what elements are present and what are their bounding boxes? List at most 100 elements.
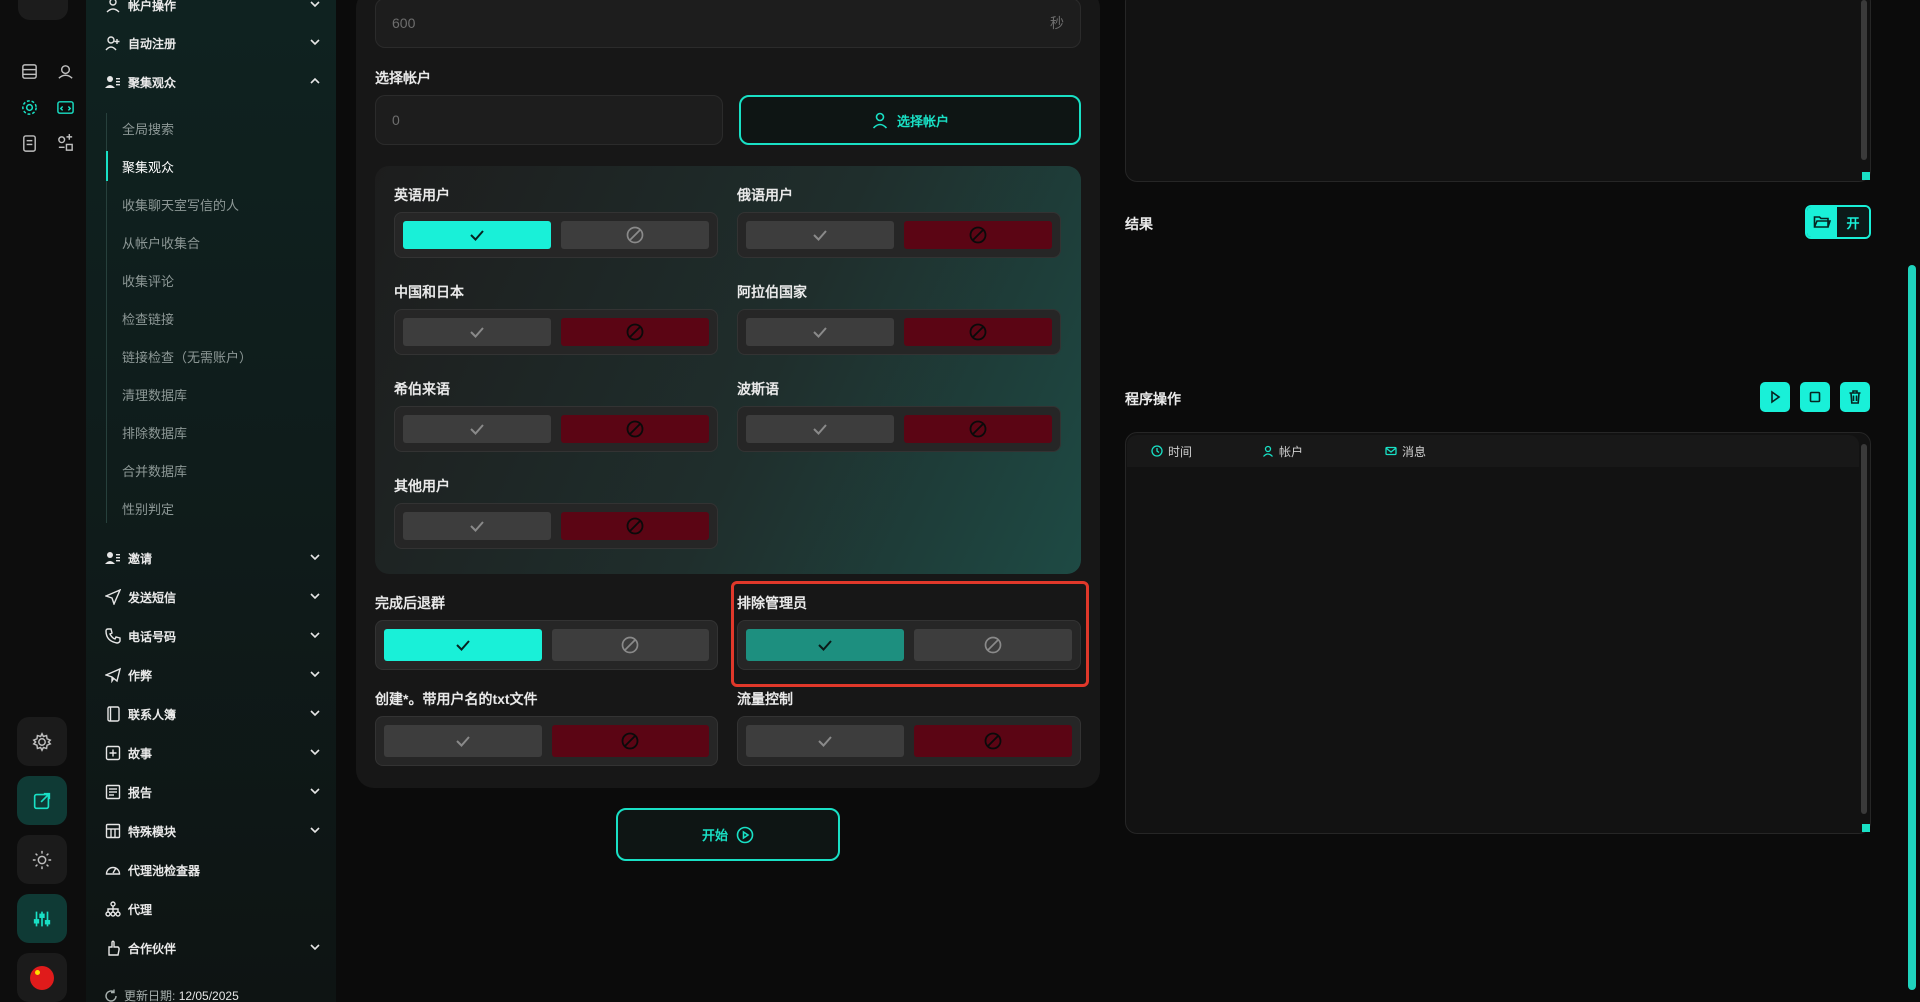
shapes-icon[interactable] [50, 128, 80, 158]
toggle-hebrew[interactable] [394, 406, 718, 452]
block-segment[interactable] [561, 221, 709, 249]
nav-item-proxy-checker[interactable]: 代理池检查器 [104, 859, 322, 881]
open-button[interactable]: 开 [1837, 207, 1869, 237]
sub-item-exclude-db[interactable]: 排除数据库 [106, 417, 316, 447]
sliders-button[interactable] [17, 894, 67, 943]
play-button[interactable] [1760, 382, 1790, 412]
nav-item-gather-audience[interactable]: 聚集观众 [104, 71, 322, 93]
allow-segment[interactable] [746, 415, 894, 443]
nav-item-proxy[interactable]: 代理 [104, 898, 322, 920]
china-flag-icon [30, 965, 54, 990]
resize-handle-icon[interactable] [1862, 172, 1870, 180]
nav-item-cheat[interactable]: 作弊 [104, 664, 322, 686]
column-account[interactable]: 帐户 [1262, 443, 1303, 460]
delay-input[interactable]: 600 秒 [375, 0, 1081, 48]
sub-item-gender[interactable]: 性别判定 [106, 493, 316, 523]
users-icon [104, 73, 122, 91]
mail-icon [1385, 446, 1397, 456]
block-segment[interactable] [914, 725, 1072, 757]
allow-segment[interactable] [403, 415, 551, 443]
sub-item-check-links-no-account[interactable]: 链接检查（无需账户） [106, 341, 316, 371]
allow-segment[interactable] [403, 318, 551, 346]
settings-gear-icon[interactable] [14, 92, 44, 122]
top-output-box[interactable] [1125, 0, 1871, 182]
open-folder-button[interactable] [1807, 207, 1837, 237]
select-accounts-button[interactable]: 选择帐户 [739, 95, 1081, 145]
sub-item-comments[interactable]: 收集评论 [106, 265, 316, 295]
nav-item-contacts[interactable]: 联系人簿 [104, 703, 322, 725]
code-window-icon[interactable] [50, 92, 80, 122]
top-output-scrollbar[interactable] [1861, 0, 1867, 160]
check-icon [456, 640, 470, 651]
stop-button[interactable] [1800, 382, 1830, 412]
check-icon [456, 736, 470, 747]
resize-handle-icon[interactable] [1862, 824, 1870, 832]
block-segment[interactable] [904, 415, 1052, 443]
toggle-leave-group[interactable] [375, 620, 718, 670]
allow-segment[interactable] [746, 318, 894, 346]
sub-item-gather-audience[interactable]: 聚集观众 [106, 151, 316, 181]
toggle-english[interactable] [394, 212, 718, 258]
traffic-control-label: 流量控制 [737, 691, 793, 707]
allow-segment[interactable] [403, 512, 551, 540]
external-link-button[interactable] [17, 776, 67, 825]
clear-log-button[interactable] [1840, 382, 1870, 412]
nav-item-reports[interactable]: 报告 [104, 781, 322, 803]
toggle-russian[interactable] [737, 212, 1061, 258]
sub-item-check-links[interactable]: 检查链接 [106, 303, 316, 333]
grid-icon [104, 822, 122, 840]
allow-segment[interactable] [746, 725, 904, 757]
icon-rail [0, 0, 86, 1002]
start-button[interactable]: 开始 [616, 808, 840, 861]
gear-button[interactable] [17, 717, 67, 766]
block-segment[interactable] [561, 318, 709, 346]
chevron-down-icon [310, 749, 320, 756]
filter-label-china-japan: 中国和日本 [394, 284, 464, 300]
page-scrollbar[interactable] [1908, 265, 1916, 990]
language-button[interactable] [17, 953, 67, 1002]
top-rail-button[interactable] [18, 0, 68, 20]
ban-icon [969, 226, 987, 244]
sub-item-merge-db[interactable]: 合并数据库 [106, 455, 316, 485]
log-scrollbar[interactable] [1861, 444, 1867, 814]
column-time[interactable]: 时间 [1151, 443, 1192, 460]
log-table[interactable] [1125, 432, 1871, 834]
toggle-other[interactable] [394, 503, 718, 549]
sub-item-clean-db[interactable]: 清理数据库 [106, 379, 316, 409]
toggle-persian[interactable] [737, 406, 1061, 452]
database-icon[interactable] [14, 56, 44, 86]
allow-segment[interactable] [403, 221, 551, 249]
nav-item-stories[interactable]: 故事 [104, 742, 322, 764]
document-icon[interactable] [14, 128, 44, 158]
nav-item-send-sms[interactable]: 发送短信 [104, 586, 322, 608]
allow-segment[interactable] [384, 629, 542, 661]
play-icon [1771, 390, 1781, 404]
toggle-traffic-control[interactable] [737, 716, 1081, 766]
filter-label-persian: 波斯语 [737, 381, 779, 397]
column-message[interactable]: 消息 [1385, 443, 1426, 460]
toggle-create-txt[interactable] [375, 716, 718, 766]
nav-item-phone[interactable]: 电话号码 [104, 625, 322, 647]
theme-button[interactable] [17, 835, 67, 884]
rail-icon-grid [14, 56, 80, 158]
nav-item-account-ops[interactable]: 帐户操作 [104, 0, 322, 16]
accounts-count-input[interactable]: 0 [375, 95, 723, 145]
nav-item-auto-register[interactable]: 自动注册 [104, 32, 322, 54]
sub-item-from-accounts[interactable]: 从帐户收集合 [106, 227, 316, 257]
allow-segment[interactable] [746, 221, 894, 249]
sub-item-global-search[interactable]: 全局搜索 [106, 113, 316, 143]
allow-segment[interactable] [384, 725, 542, 757]
block-segment[interactable] [561, 512, 709, 540]
nav-item-partners[interactable]: 合作伙伴 [104, 937, 322, 959]
sub-item-chat-writers[interactable]: 收集聊天室写信的人 [106, 189, 316, 219]
toggle-china-japan[interactable] [394, 309, 718, 355]
block-segment[interactable] [551, 725, 709, 757]
nav-item-special-modules[interactable]: 特殊模块 [104, 820, 322, 842]
block-segment[interactable] [904, 318, 1052, 346]
toggle-arab[interactable] [737, 309, 1061, 355]
block-segment[interactable] [551, 629, 709, 661]
location-icon[interactable] [50, 56, 80, 86]
nav-item-invite[interactable]: 邀请 [104, 547, 322, 569]
block-segment[interactable] [904, 221, 1052, 249]
block-segment[interactable] [561, 415, 709, 443]
